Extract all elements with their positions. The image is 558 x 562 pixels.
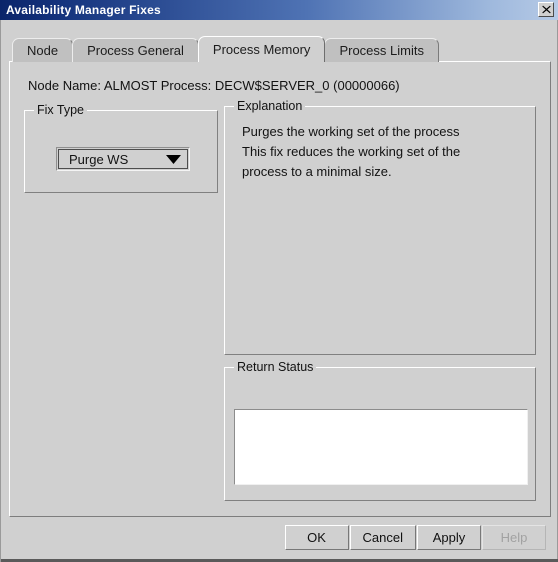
apply-button[interactable]: Apply [417, 525, 481, 550]
return-status-group: Return Status [224, 360, 536, 501]
explanation-group: Explanation Purges the working set of th… [224, 99, 536, 355]
explanation-line-1: Purges the working set of the process [242, 124, 460, 139]
tab-process-memory[interactable]: Process Memory [197, 36, 326, 62]
fix-type-dropdown[interactable]: Purge WS [56, 147, 190, 171]
node-process-info: Node Name: ALMOST Process: DECW$SERVER_0… [28, 78, 400, 93]
dialog-body: Node Process General Process Memory Proc… [0, 20, 558, 562]
tab-label: Process Memory [212, 42, 311, 57]
title-bar[interactable]: Availability Manager Fixes [0, 0, 558, 20]
tab-node[interactable]: Node [12, 38, 74, 62]
fix-type-dropdown-inner: Purge WS [58, 149, 188, 169]
explanation-group-title: Explanation [234, 99, 306, 113]
help-button: Help [482, 525, 546, 550]
chevron-down-icon[interactable] [166, 154, 181, 164]
fix-type-selected-value: Purge WS [69, 151, 129, 167]
tab-label: Process Limits [339, 43, 424, 58]
window-title: Availability Manager Fixes [6, 3, 161, 17]
tab-content-panel: Node Name: ALMOST Process: DECW$SERVER_0… [9, 61, 551, 517]
fix-type-group-title: Fix Type [34, 103, 88, 117]
close-icon [541, 5, 551, 14]
tab-label: Node [27, 43, 59, 58]
close-button[interactable] [538, 2, 554, 17]
ok-button[interactable]: OK [284, 525, 349, 550]
dialog-button-bar: OK Cancel Apply Help [1, 525, 557, 550]
tab-process-limits[interactable]: Process Limits [324, 38, 439, 62]
explanation-line-3: process to a minimal size. [242, 164, 392, 179]
explanation-line-2: This fix reduces the working set of the [242, 144, 461, 159]
availability-manager-fixes-dialog: Availability Manager Fixes Node Process … [0, 0, 558, 562]
tab-label: Process General [87, 43, 184, 58]
fix-type-group: Fix Type Purge WS [24, 103, 218, 193]
explanation-text: Purges the working set of the process Th… [242, 122, 522, 182]
cancel-button[interactable]: Cancel [349, 525, 416, 550]
return-status-output[interactable] [234, 409, 528, 485]
tab-strip: Node Process General Process Memory Proc… [12, 36, 439, 62]
return-status-group-title: Return Status [234, 360, 317, 374]
tab-process-general[interactable]: Process General [72, 38, 199, 62]
